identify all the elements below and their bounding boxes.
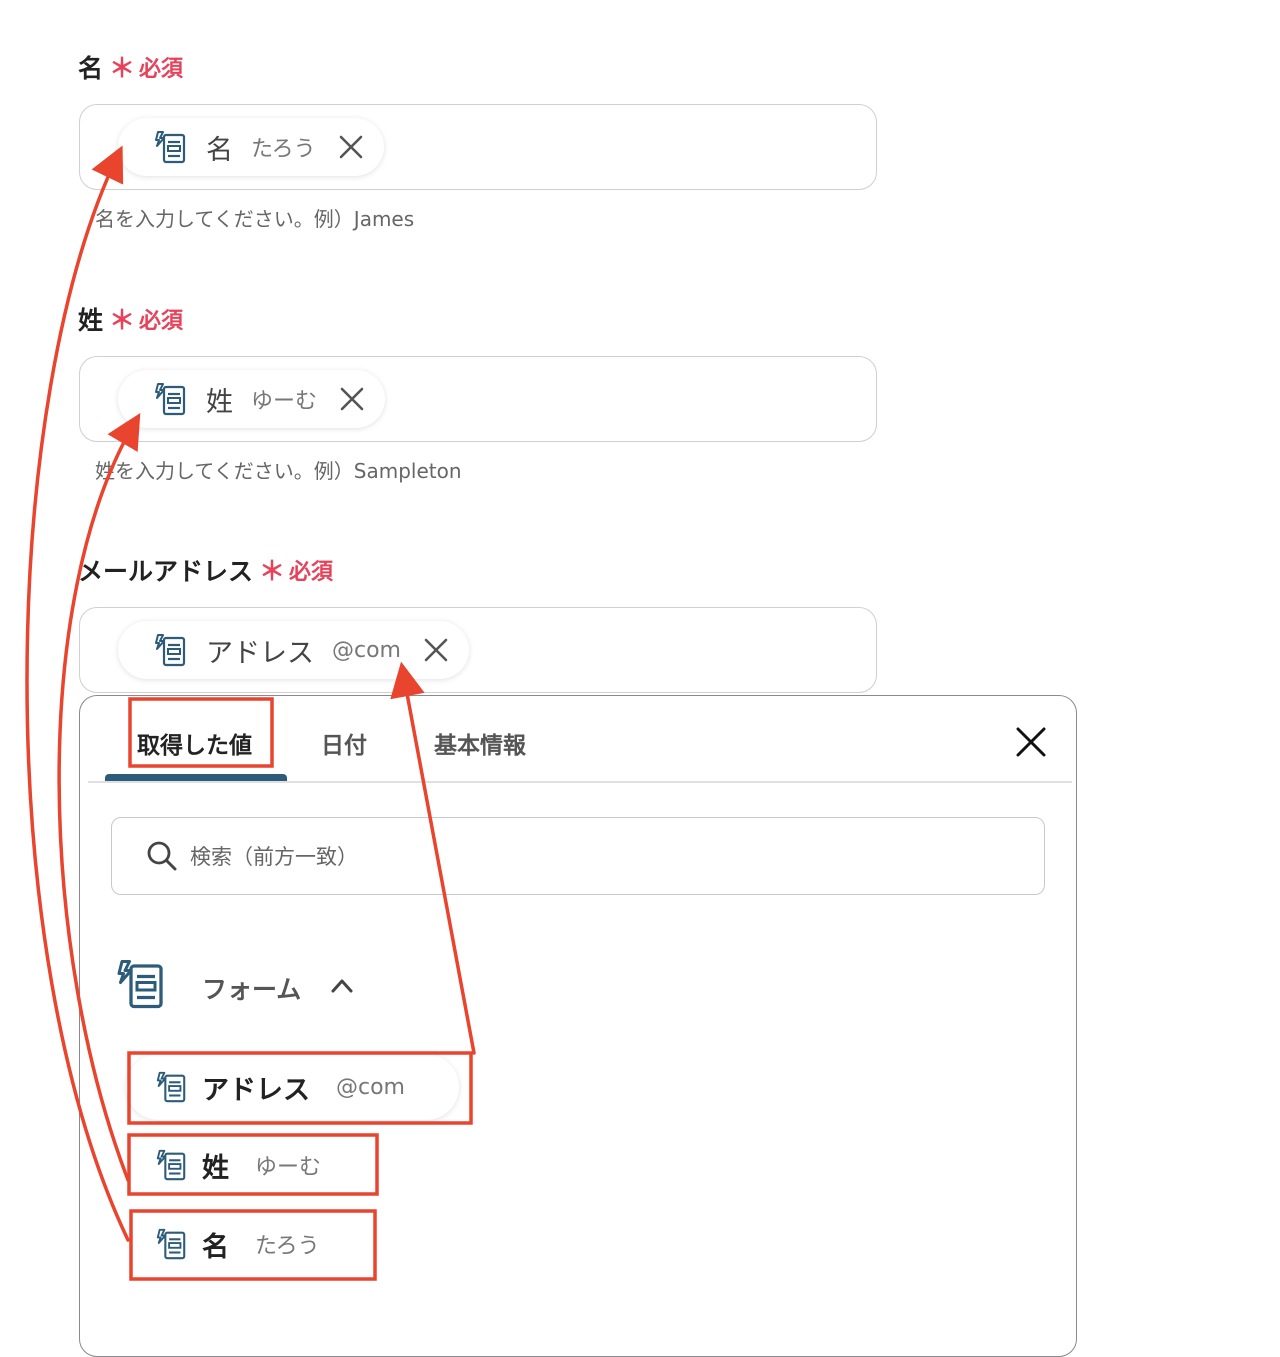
- required-text: 必須: [139, 308, 184, 334]
- chevron-up-icon[interactable]: [330, 976, 354, 994]
- tab-divider: [88, 781, 1072, 783]
- required-star: ＊: [109, 54, 136, 84]
- field-label-text: 名: [78, 53, 104, 83]
- last-name-field[interactable]: 姓 ゆーむ: [79, 356, 877, 442]
- chip-name: アドレス: [206, 637, 314, 669]
- tab-basic-info[interactable]: 基本情報: [434, 726, 526, 760]
- field-label-first-name: 名 ＊ 必須: [78, 48, 183, 85]
- required-star: ＊: [109, 306, 136, 336]
- last-name-hint: 姓を入力してください。例）Sampleton: [95, 459, 462, 483]
- field-label-text: 姓: [78, 305, 104, 335]
- form-icon: [113, 954, 167, 1014]
- required-badge: ＊ 必須: [109, 48, 183, 85]
- chip-value: ゆーむ: [251, 389, 318, 414]
- field-label-text: メールアドレス: [78, 556, 254, 586]
- form-icon: [154, 1148, 188, 1182]
- item-value: ゆーむ: [255, 1155, 322, 1180]
- item-value: たろう: [255, 1234, 320, 1259]
- list-item-last-name[interactable]: 姓 ゆーむ: [126, 1132, 352, 1198]
- search-box: [111, 817, 1045, 895]
- chip-name: 姓: [206, 386, 233, 418]
- close-icon[interactable]: [1015, 726, 1047, 758]
- chip-name: 名: [206, 134, 233, 166]
- email-field[interactable]: アドレス @com: [79, 607, 877, 693]
- required-star: ＊: [259, 557, 286, 587]
- group-label-form[interactable]: フォーム: [202, 970, 301, 1006]
- tab-acquired-values[interactable]: 取得した値: [137, 726, 252, 760]
- form-icon: [152, 632, 188, 668]
- required-badge: ＊ 必須: [109, 300, 183, 337]
- form-icon: [154, 1227, 188, 1261]
- value-picker-panel: 取得した値 日付 基本情報 フォーム アドレス @com 姓 ゆーむ 名 たろう: [79, 695, 1077, 1357]
- close-icon[interactable]: [423, 637, 449, 663]
- field-label-last-name: 姓 ＊ 必須: [78, 300, 183, 337]
- required-text: 必須: [139, 56, 184, 82]
- required-text: 必須: [289, 559, 334, 585]
- close-icon[interactable]: [338, 134, 364, 160]
- item-value: @com: [336, 1074, 405, 1100]
- search-icon: [147, 841, 177, 871]
- list-item-address[interactable]: アドレス @com: [126, 1054, 459, 1120]
- field-label-email: メールアドレス ＊ 必須: [78, 551, 333, 588]
- form-icon: [154, 1070, 188, 1104]
- close-icon[interactable]: [339, 386, 365, 412]
- form-icon: [152, 129, 188, 165]
- email-chip[interactable]: アドレス @com: [118, 621, 469, 679]
- tab-date[interactable]: 日付: [321, 726, 367, 760]
- chip-value: たろう: [251, 137, 316, 162]
- form-icon: [152, 381, 188, 417]
- required-badge: ＊ 必須: [259, 551, 333, 588]
- first-name-field[interactable]: 名 たろう: [79, 104, 877, 190]
- first-name-chip[interactable]: 名 たろう: [118, 118, 384, 176]
- list-item-first-name[interactable]: 名 たろう: [126, 1211, 350, 1277]
- active-tab-indicator: [105, 774, 287, 781]
- chip-value: @com: [332, 637, 401, 663]
- last-name-chip[interactable]: 姓 ゆーむ: [118, 370, 386, 428]
- item-name: 姓: [202, 1152, 229, 1184]
- item-name: アドレス: [202, 1074, 310, 1106]
- item-name: 名: [202, 1231, 229, 1263]
- search-input[interactable]: [188, 836, 992, 878]
- first-name-hint: 名を入力してください。例）James: [95, 207, 415, 231]
